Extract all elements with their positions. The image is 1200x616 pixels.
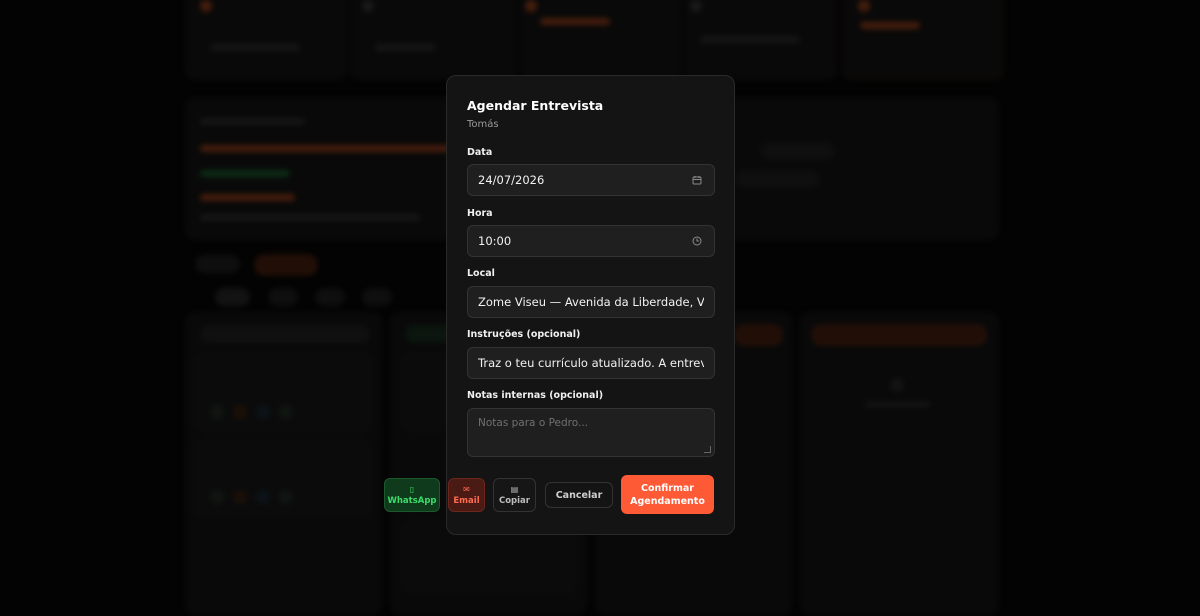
notes-label: Notas internas (opcional) bbox=[467, 390, 604, 401]
confirm-label-line1: Confirmar bbox=[641, 482, 694, 494]
notes-placeholder: Notas para o Pedro... bbox=[478, 417, 589, 429]
schedule-interview-modal: Agendar Entrevista Tomás Data 24/07/2026… bbox=[446, 75, 735, 535]
cancel-button[interactable]: Cancelar bbox=[545, 482, 613, 508]
location-value: Zome Viseu — Avenida da Liberdade, Viseu bbox=[478, 295, 704, 309]
whatsapp-button[interactable]: ▯ WhatsApp bbox=[384, 478, 440, 512]
confirm-label-line2: Agendamento bbox=[630, 495, 705, 507]
confirm-schedule-button[interactable]: Confirmar Agendamento bbox=[621, 475, 714, 514]
date-value: 24/07/2026 bbox=[478, 173, 545, 187]
envelope-icon: ✉ bbox=[463, 484, 470, 494]
calendar-icon[interactable] bbox=[690, 173, 704, 187]
phone-icon: ▯ bbox=[409, 484, 415, 494]
email-button[interactable]: ✉ Email bbox=[448, 478, 485, 512]
time-input[interactable]: 10:00 bbox=[467, 225, 715, 257]
time-value: 10:00 bbox=[478, 234, 512, 248]
notes-textarea[interactable]: Notas para o Pedro... bbox=[467, 408, 715, 457]
candidate-name: Tomás bbox=[467, 119, 499, 130]
location-label: Local bbox=[467, 268, 495, 279]
cancel-label: Cancelar bbox=[555, 489, 603, 501]
instructions-label: Instruções (opcional) bbox=[467, 329, 581, 340]
copy-button[interactable]: ▤ Copiar bbox=[493, 478, 536, 512]
location-input[interactable]: Zome Viseu — Avenida da Liberdade, Viseu bbox=[467, 286, 715, 318]
copy-label: Copiar bbox=[498, 495, 530, 506]
date-label: Data bbox=[467, 147, 493, 158]
date-input[interactable]: 24/07/2026 bbox=[467, 164, 715, 196]
time-label: Hora bbox=[467, 208, 493, 219]
clipboard-icon: ▤ bbox=[510, 484, 519, 494]
whatsapp-label: WhatsApp bbox=[387, 495, 437, 506]
instructions-input[interactable]: Traz o teu currículo atualizado. A entre… bbox=[467, 347, 715, 379]
email-label: Email bbox=[453, 495, 480, 506]
instructions-value: Traz o teu currículo atualizado. A entre… bbox=[478, 356, 704, 370]
modal-title: Agendar Entrevista bbox=[467, 98, 604, 113]
resize-handle[interactable] bbox=[704, 446, 711, 453]
clock-icon[interactable] bbox=[690, 234, 704, 248]
